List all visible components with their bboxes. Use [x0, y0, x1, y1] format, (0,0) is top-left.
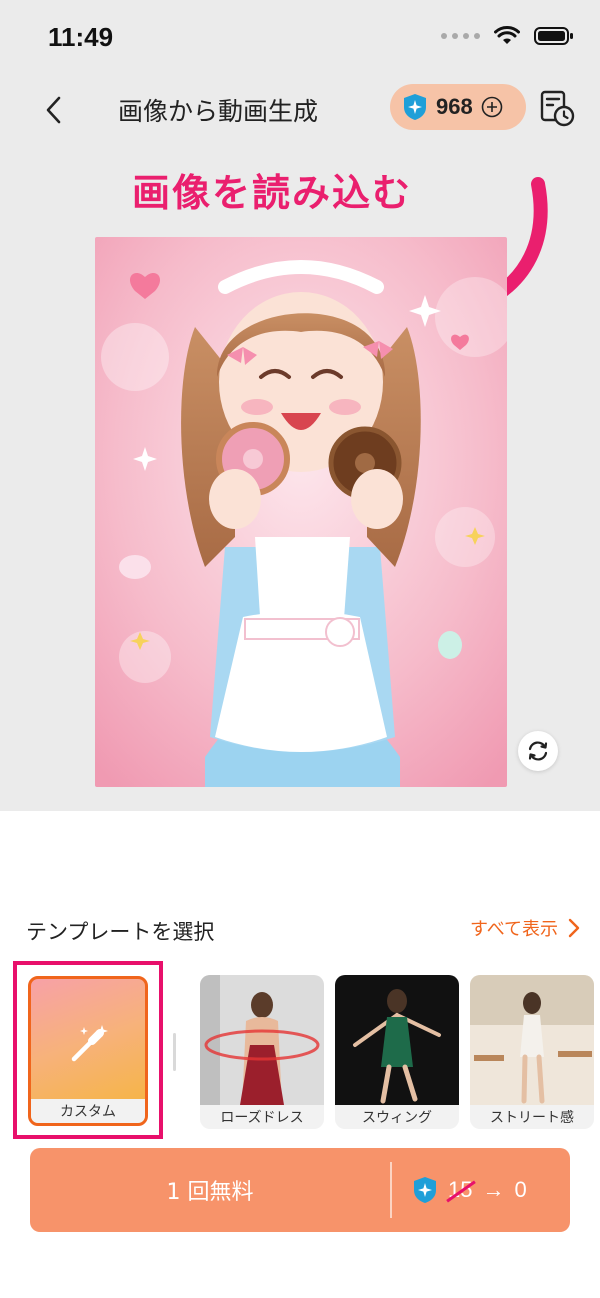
generate-free-label: 1 回無料	[166, 1180, 254, 1205]
template-custom-label: カスタム	[31, 1099, 145, 1123]
page-title: 画像から動画生成	[118, 97, 319, 126]
history-icon	[540, 90, 575, 127]
template-sheet: テンプレートを選択 すべて表示 カスタム ローズドレス スウィング ストリート感…	[0, 811, 600, 1298]
battery-icon	[534, 27, 573, 45]
template-section-title: テンプレートを選択	[26, 920, 215, 944]
swap-icon	[528, 741, 548, 761]
new-cost: 0	[514, 1177, 527, 1202]
template-street-label: ストリート感	[470, 1105, 594, 1129]
annotation-text: 画像を読み込む	[132, 171, 413, 215]
template-street-thumbnail	[470, 975, 594, 1105]
template-swing[interactable]: スウィング	[335, 975, 459, 1129]
template-street[interactable]: ストリート感	[470, 975, 594, 1129]
add-circle-icon[interactable]	[481, 96, 503, 118]
wifi-icon	[494, 26, 520, 44]
template-rose-dress-thumbnail	[200, 975, 324, 1105]
template-swing-label: スウィング	[335, 1105, 459, 1129]
magic-wand-icon	[71, 1025, 108, 1062]
generate-cost: 15 → 0	[412, 1148, 527, 1232]
chevron-left-icon	[46, 96, 61, 124]
generate-button[interactable]: 1 回無料 15 → 0	[30, 1148, 570, 1232]
generate-divider	[390, 1162, 392, 1218]
chevron-right-icon	[568, 918, 580, 938]
history-button[interactable]	[538, 88, 576, 128]
replace-image-button[interactable]	[518, 731, 558, 771]
status-time: 11:49	[48, 22, 114, 52]
credit-shield-icon	[404, 94, 426, 120]
template-custom[interactable]: カスタム	[28, 976, 148, 1126]
see-all-link[interactable]: すべて表示	[470, 915, 580, 941]
credits-badge[interactable]: 968	[390, 84, 526, 130]
credit-shield-icon	[414, 1177, 436, 1203]
scroll-separator	[173, 1033, 176, 1071]
status-icons	[441, 26, 574, 46]
template-rose-dress-label: ローズドレス	[200, 1105, 324, 1129]
template-rose-dress[interactable]: ローズドレス	[200, 975, 324, 1129]
anime-maid-illustration	[95, 237, 507, 787]
cost-arrow: →	[482, 1177, 505, 1202]
credits-count: 968	[436, 94, 473, 119]
status-bar: 11:49	[0, 0, 600, 80]
signal-icon	[441, 33, 480, 39]
old-cost: 15	[448, 1177, 473, 1202]
uploaded-image-preview[interactable]	[95, 237, 507, 787]
template-swing-thumbnail	[335, 975, 459, 1105]
back-button[interactable]	[34, 88, 74, 132]
header: 画像から動画生成 968	[0, 80, 600, 140]
see-all-label: すべて表示	[470, 919, 559, 940]
